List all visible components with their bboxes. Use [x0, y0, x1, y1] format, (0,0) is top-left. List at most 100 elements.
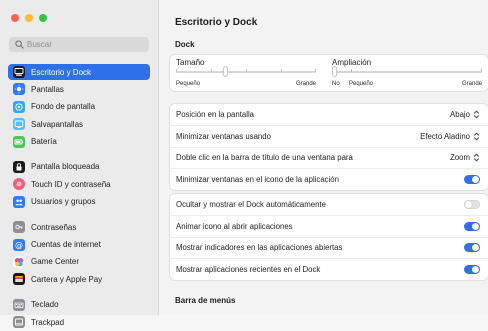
magnification-title: Ampliación: [332, 58, 372, 67]
close-window-button[interactable]: [11, 14, 19, 22]
sidebar-item-label: Usuarios y grupos: [31, 197, 96, 207]
dock-size-magnification-group: Tamaño Pequeño Grande Ampliación No Pequ…: [169, 54, 488, 92]
recent-apps-row: Mostrar aplicaciones recientes en el Doc…: [170, 258, 488, 279]
magnification-slider-thumb[interactable]: [331, 66, 337, 77]
minimize-window-button[interactable]: [25, 14, 33, 22]
toggle-knob: [465, 201, 472, 209]
minimize-effect-label: Minimizar ventanas usando: [176, 132, 271, 142]
dock-section-title: Dock: [175, 40, 195, 49]
minimize-into-icon-label: Minimizar ventanas en el icono de la apl…: [176, 174, 339, 184]
animate-row: Animar icono al abrir aplicaciones: [170, 215, 488, 236]
trackpad-icon: [13, 316, 25, 329]
toggle-knob: [472, 244, 479, 252]
users-icon: [13, 195, 25, 208]
search-icon: [13, 39, 25, 51]
sidebar-item-label: Pantallas: [31, 84, 64, 94]
dock-options-group: Posición en la pantalla Abajo Minimizar …: [169, 103, 488, 191]
sidebar-item-escritorio-dock[interactable]: Escritorio y Dock: [8, 64, 150, 80]
sidebar-item-label: Trackpad: [31, 317, 65, 327]
minimize-effect-popup[interactable]: Efecto Aladino: [420, 132, 480, 141]
size-slider-tick: [246, 69, 247, 72]
minimize-effect-value: Efecto Aladino: [420, 132, 470, 142]
size-max-label: Grande: [296, 81, 317, 87]
sidebar-item-label: Pantalla bloqueada: [31, 162, 100, 172]
double-click-row: Doble clic en la barra de título de una …: [170, 146, 488, 168]
sidebar-item-label: Game Center: [31, 257, 80, 267]
game-center-icon: [13, 255, 25, 268]
recent-apps-label: Mostrar aplicaciones recientes en el Doc…: [176, 264, 321, 274]
screensaver-icon: [13, 118, 25, 131]
chevron-updown-icon: [473, 132, 480, 141]
sidebar-item-usuarios-grupos[interactable]: Usuarios y grupos: [8, 194, 150, 210]
key-icon: [13, 221, 25, 234]
animate-label: Animar icono al abrir aplicaciones: [176, 222, 293, 232]
magnification-slider-tick: [481, 69, 482, 72]
search-field[interactable]: [9, 37, 149, 52]
sidebar-item-cartera-apple-pay[interactable]: Cartera y Apple Pay: [8, 271, 150, 287]
sidebar: Escritorio y Dock Pantallas Fondo de pan…: [0, 0, 159, 329]
toggle-knob: [472, 175, 479, 183]
position-value: Abajo: [450, 110, 470, 120]
size-title: Tamaño: [176, 58, 205, 67]
sidebar-item-contrasenas[interactable]: Contraseñas: [8, 219, 150, 235]
indicators-toggle[interactable]: [464, 243, 480, 253]
sidebar-item-label: Salvapantallas: [31, 119, 84, 129]
dock-behavior-group: Ocultar y mostrar el Dock automáticament…: [169, 193, 488, 281]
recent-apps-toggle[interactable]: [464, 264, 480, 274]
sidebar-item-pantallas[interactable]: Pantallas: [8, 81, 150, 97]
battery-icon: [13, 135, 25, 148]
sidebar-item-label: Fondo de pantalla: [31, 102, 96, 112]
size-slider-tick: [315, 69, 316, 72]
sidebar-item-label: Batería: [31, 137, 57, 147]
zoom-window-button[interactable]: [39, 14, 47, 22]
sidebar-item-bateria[interactable]: Batería: [8, 134, 150, 150]
size-slider-tick: [281, 69, 282, 72]
magnification-slider-track[interactable]: [332, 71, 482, 73]
wallpaper-icon: [13, 100, 25, 113]
indicators-label: Mostrar indicadores en las aplicaciones …: [176, 243, 343, 253]
magnification-no-label: No: [332, 81, 340, 87]
page-title: Escritorio y Dock: [175, 17, 258, 28]
position-row: Posición en la pantalla Abajo: [170, 104, 488, 125]
size-slider-tick: [211, 69, 212, 72]
position-popup[interactable]: Abajo: [450, 110, 480, 119]
sidebar-item-label: Touch ID y contraseña: [31, 179, 111, 189]
menubar-section-title: Barra de menús: [175, 296, 236, 305]
svg-text:@: @: [15, 240, 23, 249]
display-icon: [13, 83, 25, 96]
minimize-into-icon-toggle[interactable]: [464, 174, 480, 184]
autohide-toggle[interactable]: [464, 200, 480, 210]
magnification-min-label: Pequeño: [349, 81, 374, 87]
sidebar-nav: Escritorio y Dock Pantallas Fondo de pan…: [8, 64, 150, 331]
sidebar-item-teclado[interactable]: Teclado: [8, 297, 150, 313]
autohide-label: Ocultar y mostrar el Dock automáticament…: [176, 200, 326, 210]
minimize-into-icon-row: Minimizar ventanas en el icono de la apl…: [170, 168, 488, 189]
sidebar-item-game-center[interactable]: Game Center: [8, 254, 150, 270]
double-click-label: Doble clic en la barra de título de una …: [176, 153, 353, 163]
indicators-row: Mostrar indicadores en las aplicaciones …: [170, 236, 488, 258]
keyboard-icon: [13, 298, 25, 311]
settings-pane: Escritorio y Dock Dock Tamaño Pequeño Gr…: [159, 0, 488, 315]
sidebar-item-trackpad[interactable]: Trackpad: [8, 314, 150, 330]
size-slider-thumb[interactable]: [222, 66, 228, 77]
position-label: Posición en la pantalla: [176, 110, 255, 120]
lock-screen-icon: [13, 160, 25, 173]
animate-toggle[interactable]: [464, 222, 480, 232]
search-input[interactable]: [25, 40, 137, 49]
sidebar-item-touch-id[interactable]: Touch ID y contraseña: [8, 176, 150, 192]
sidebar-item-cuentas-internet[interactable]: @ Cuentas de internet: [8, 237, 150, 253]
sidebar-item-salvapantallas[interactable]: Salvapantallas: [8, 116, 150, 132]
magnification-slider-tick: [351, 69, 352, 72]
minimize-effect-row: Minimizar ventanas usando Efecto Aladino: [170, 125, 488, 146]
chevron-updown-icon: [473, 110, 480, 119]
traffic-lights: [11, 14, 47, 22]
sidebar-item-fondo-pantalla[interactable]: Fondo de pantalla: [8, 99, 150, 115]
at-icon: @: [13, 238, 25, 251]
sidebar-item-label: Teclado: [31, 300, 59, 310]
sidebar-item-label: Cartera y Apple Pay: [31, 274, 103, 284]
sidebar-item-pantalla-bloqueada[interactable]: Pantalla bloqueada: [8, 159, 150, 175]
double-click-popup[interactable]: Zoom: [450, 153, 480, 162]
